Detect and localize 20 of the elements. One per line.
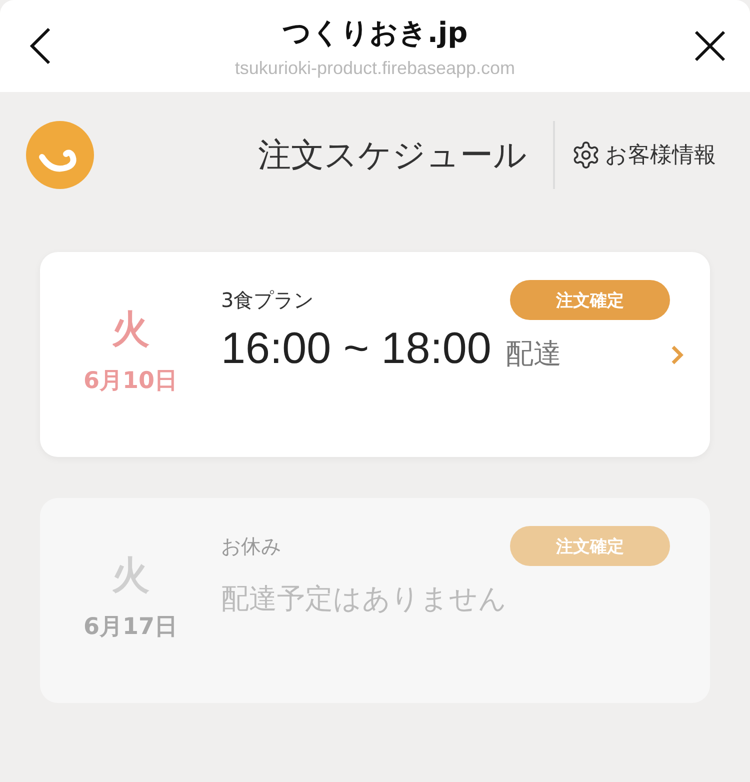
header-title: 注文スケジュール [258, 134, 527, 176]
weekday: 火 [112, 306, 150, 352]
page-title: つくりおき.jp [282, 14, 468, 50]
page-url: tsukurioki-product.firebaseapp.com [234, 58, 516, 78]
plan-label: 3食プラン [221, 286, 314, 314]
back-icon [29, 27, 51, 65]
smile-logo-icon [26, 121, 94, 189]
no-delivery-message: 配達予定はありません [221, 581, 508, 617]
schedule-card[interactable]: 火 6月10日 3食プラン 注文確定 16:00 ~ 18:00 配達 [40, 252, 710, 457]
chevron-right-icon [670, 344, 684, 366]
date: 6月10日 [83, 366, 178, 396]
status-badge: 注文確定 [510, 280, 670, 320]
settings-icon [571, 140, 601, 170]
delivery-label: 配達 [505, 336, 562, 372]
account-link[interactable]: お客様情報 [571, 140, 716, 170]
status-badge: 注文確定 [510, 526, 670, 566]
delivery-time: 16:00 ~ 18:00 [221, 324, 492, 374]
plan-label: お休み [221, 532, 281, 560]
date: 6月17日 [83, 612, 178, 642]
close-icon [694, 30, 726, 62]
